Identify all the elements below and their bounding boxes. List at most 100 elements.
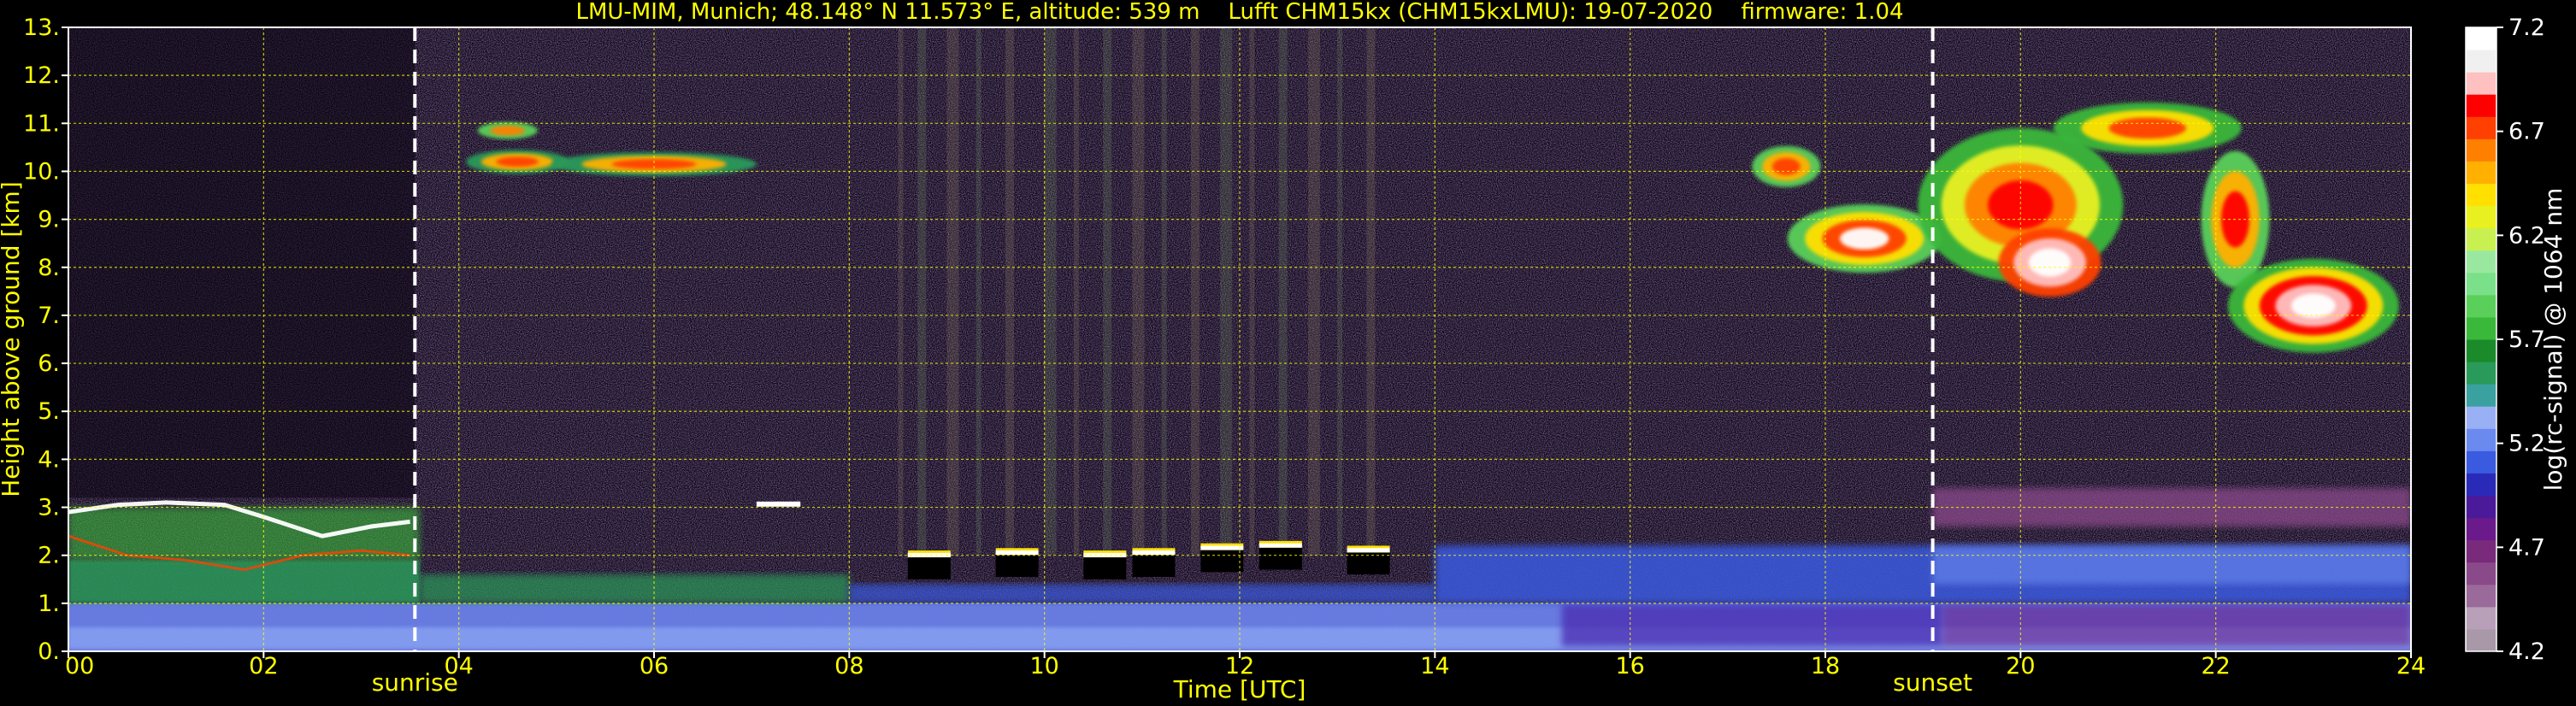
- fall-streak: [917, 27, 927, 556]
- fall-streak: [946, 27, 959, 556]
- fall-streak: [898, 27, 904, 556]
- fall-streak: [1366, 27, 1376, 556]
- x-tick-label: 22: [2201, 653, 2230, 680]
- y-tick-label: 7.: [38, 303, 60, 329]
- fall-streak: [1190, 27, 1200, 556]
- y-tick-label: 4.: [38, 446, 60, 473]
- y-tick-label: 0.: [38, 638, 60, 665]
- x-tick-label: 02: [249, 653, 278, 680]
- cloud-layer: [2028, 248, 2072, 277]
- cloud-edge: [1347, 548, 1390, 553]
- cloud-shadow: [995, 552, 1039, 577]
- y-tick-label: 9.: [38, 207, 60, 233]
- y-axis-label: Height above ground [km]: [0, 181, 25, 497]
- fall-streak: [976, 27, 981, 556]
- colorbar-segment: [2466, 50, 2496, 73]
- y-tick-label: 3.: [38, 495, 60, 521]
- chart-title: LMU-MIM, Munich; 48.148° N 11.573° E, al…: [575, 0, 1903, 25]
- cloud-shadow: [1200, 548, 1244, 573]
- cloud-2020-core: [1998, 228, 2101, 297]
- y-axis-ticks: 0. 1. 2. 3. 4. 5. 6. 7. 8. 9. 10. 11. 12. 13.: [23, 15, 68, 665]
- colorbar-segment: [2466, 428, 2496, 451]
- y-tick-label: 5.: [38, 398, 60, 425]
- colorbar-segment: [2466, 272, 2496, 296]
- colorbar-segment: [2466, 161, 2496, 184]
- colorbar-segment: [2466, 72, 2496, 95]
- cirrus-0445: [466, 150, 569, 174]
- boundary-cloud: [907, 550, 951, 580]
- fall-streak: [1249, 27, 1255, 556]
- fall-streak: [1161, 27, 1167, 556]
- sunset-label: sunset: [1893, 668, 1972, 697]
- boundary-cloud: [995, 548, 1039, 577]
- afternoon-dense-layer: [1561, 603, 1942, 647]
- colorbar-segment: [2466, 517, 2496, 541]
- colorbar-segment: [2466, 384, 2496, 407]
- cloud-edge: [907, 552, 951, 557]
- x-tick-label: 14: [1420, 653, 1449, 680]
- colorbar-segment: [2466, 227, 2496, 251]
- thin-layer-0715: [756, 501, 801, 507]
- cloud-edge: [1259, 543, 1302, 548]
- boundary-cloud: [1200, 543, 1244, 573]
- cloud-1830: [1787, 204, 1942, 274]
- cloud-layer: [1840, 227, 1889, 250]
- colorbar-tick-label: 6.7: [2508, 119, 2545, 145]
- cloud-layer: [2290, 293, 2336, 318]
- fall-streak: [1044, 27, 1057, 556]
- cloud-shadow: [1347, 550, 1390, 575]
- x-tick-label: 08: [834, 653, 864, 680]
- y-tick-label: 8.: [38, 255, 60, 281]
- cloud-edge: [1200, 545, 1244, 550]
- cloud-edge: [1132, 550, 1176, 556]
- evening-dense-layer: [1942, 603, 2411, 647]
- colorbar-tick-label: 4.7: [2508, 534, 2545, 561]
- colorbar-segment: [2466, 562, 2496, 585]
- cloud-layer: [2108, 117, 2187, 139]
- night-region: [68, 27, 416, 498]
- x-tick-label: 06: [640, 653, 669, 680]
- y-tick-label: 1.: [38, 591, 60, 617]
- y-tick-label: 13.: [23, 15, 60, 41]
- midday-mixed-layer: [849, 584, 1435, 603]
- colorbar-segment: [2466, 294, 2496, 318]
- x-tick-label: 04: [444, 653, 473, 680]
- boundary-cloud: [1132, 548, 1176, 577]
- x-tick-label: 00: [65, 653, 94, 680]
- cloud-shadow: [907, 555, 951, 580]
- colorbar-tick-label: 4.2: [2508, 638, 2545, 665]
- cloud-layer: [1771, 157, 1801, 175]
- colorbar-segment: [2466, 495, 2496, 519]
- ceilometer-chart: LMU-MIM, Munich; 48.148° N 11.573° E, al…: [0, 0, 2567, 703]
- x-tick-label: 10: [1029, 653, 1058, 680]
- x-axis-label: Time [UTC]: [1173, 675, 1306, 703]
- colorbar-segment: [2466, 138, 2496, 162]
- colorbar-segment: [2466, 250, 2496, 274]
- cloud-shadow: [1259, 545, 1302, 570]
- colorbar-segment: [2466, 116, 2496, 139]
- colorbar-segment: [2466, 628, 2496, 652]
- x-tick-label: 16: [1615, 653, 1644, 680]
- colorbar-label: log(rc-signal) @ 1064 nm: [2539, 188, 2567, 491]
- fall-streak: [1073, 27, 1079, 556]
- colorbar: 4.24.75.25.76.26.77.2: [2465, 15, 2545, 665]
- colorbar-segment: [2466, 362, 2496, 385]
- cloud-1735: [1752, 145, 1821, 187]
- fall-streak: [1337, 27, 1343, 556]
- cirrus-upper: [477, 121, 538, 139]
- x-tick-label: 24: [2396, 653, 2426, 680]
- colorbar-segment: [2466, 473, 2496, 496]
- fall-streak: [1278, 27, 1288, 556]
- fall-streak: [1307, 27, 1320, 556]
- boundary-cloud: [1347, 545, 1390, 575]
- colorbar-segment: [2466, 606, 2496, 630]
- x-tick-label: 20: [2006, 653, 2035, 680]
- fall-streak: [1005, 27, 1014, 556]
- x-tick-label: 18: [1811, 653, 1840, 680]
- cloud-layer: [490, 125, 526, 136]
- colorbar-segment: [2466, 183, 2496, 207]
- cloud-edge: [995, 550, 1039, 556]
- plot-area: [68, 26, 2412, 652]
- y-tick-label: 12.: [23, 62, 60, 89]
- fall-streak: [1132, 27, 1145, 556]
